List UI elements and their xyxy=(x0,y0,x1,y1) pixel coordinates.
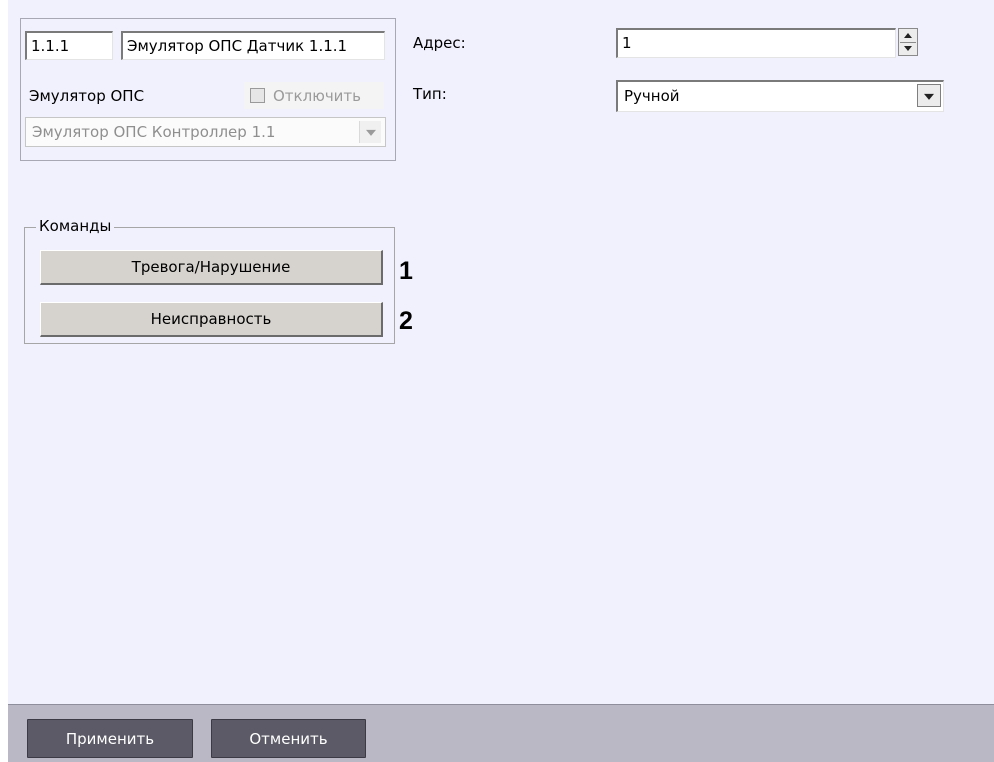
object-number-field[interactable]: 1.1.1 xyxy=(25,31,113,60)
object-name-field[interactable]: Эмулятор ОПС Датчик 1.1.1 xyxy=(121,31,385,60)
chevron-down-icon xyxy=(924,93,934,100)
alarm-violation-button[interactable]: Тревога/Нарушение xyxy=(40,250,383,285)
apply-button[interactable]: Применить xyxy=(27,719,193,758)
dropdown-button[interactable] xyxy=(917,84,941,107)
parent-controller-value: Эмулятор ОПС Контроллер 1.1 xyxy=(32,123,276,141)
arrow-up-icon xyxy=(904,33,912,38)
address-spinner[interactable] xyxy=(898,28,918,56)
cancel-button[interactable]: Отменить xyxy=(211,719,366,758)
fault-button[interactable]: Неисправность xyxy=(40,302,383,337)
commands-group-title: Команды xyxy=(36,216,115,236)
address-input[interactable]: 1 xyxy=(616,28,896,58)
type-select-value: Ручной xyxy=(624,87,680,105)
callout-marker-2: 2 xyxy=(399,307,413,335)
arrow-down-icon xyxy=(904,46,912,51)
dropdown-button xyxy=(359,121,381,143)
callout-marker-1: 1 xyxy=(399,257,413,285)
disable-checkbox[interactable]: Отключить xyxy=(244,82,384,109)
address-label: Адрес: xyxy=(413,34,466,52)
parent-controller-select: Эмулятор ОПС Контроллер 1.1 xyxy=(25,117,386,147)
type-select[interactable]: Ручной xyxy=(616,80,944,112)
chevron-down-icon xyxy=(365,129,376,136)
checkbox-icon xyxy=(250,88,265,103)
type-label: Тип: xyxy=(413,85,447,103)
disable-checkbox-label: Отключить xyxy=(273,86,362,105)
object-type-label: Эмулятор ОПС xyxy=(29,87,145,105)
